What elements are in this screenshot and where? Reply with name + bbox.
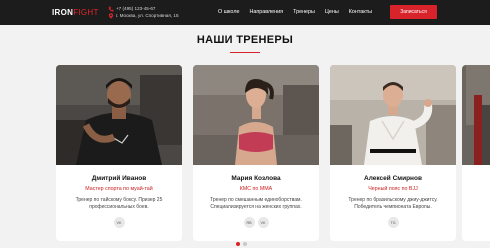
trainer-description: Тренер по тайскому боксу. Призер 25 проф… (64, 197, 174, 211)
description-line: профессиональных боев. (89, 204, 149, 210)
logo-text-fight: FIGHT (73, 8, 99, 17)
phone-icon (108, 6, 114, 12)
trainer-name: Алексей Смирнов (364, 175, 422, 182)
trainer-photo (330, 65, 456, 165)
title-underline (230, 52, 260, 53)
trainer-rank: Черный пояс по BJJ (368, 186, 418, 192)
trainer-description: Тренер по смешанным единоборствам. Специ… (201, 197, 311, 211)
location-pin-icon (108, 12, 114, 19)
site-header: IRONFIGHT +7 (495) 123-45-67 г. Москва, … (0, 0, 490, 25)
phone-number[interactable]: +7 (495) 123-45-67 (116, 5, 155, 12)
trainer-photo (462, 65, 490, 165)
logo-text-iron: IRON (52, 8, 74, 17)
vk-icon[interactable]: VK (257, 217, 269, 228)
nav-contacts[interactable]: Контакты (349, 9, 372, 15)
trainer-photo (193, 65, 319, 165)
description-line: Тренер по бразильскому джиу-джитсу. (348, 197, 438, 203)
header-contacts: +7 (495) 123-45-67 г. Москва, ул. Спорти… (108, 5, 179, 19)
logo[interactable]: IRONFIGHT (52, 8, 99, 17)
nav-trainers[interactable]: Тренеры (293, 9, 315, 15)
address-row: г. Москва, ул. Спортивная, 15 (108, 12, 179, 19)
trainer-card: Мария Козлова КМС по MMA Тренер по смеша… (193, 65, 319, 241)
description-line: Победитель чемпионата Европы. (354, 204, 432, 210)
trainer-card: Алексей Смирнов Черный пояс по BJJ Трене… (330, 65, 456, 241)
trainer-rank: Мастер спорта по муай-тай (85, 186, 153, 192)
carousel-dot-active[interactable] (236, 242, 240, 246)
description-line: Специализируется на женских группах. (210, 204, 302, 210)
social-links: TG (330, 217, 456, 228)
main-nav: О школе Направления Тренеры Цены Контакт… (218, 9, 382, 15)
trainer-description: Тренер по бразильскому джиу-джитсу. Побе… (338, 197, 448, 211)
social-links: RB VK (193, 217, 319, 228)
phone-row[interactable]: +7 (495) 123-45-67 (108, 5, 179, 12)
signup-button[interactable]: Записаться (390, 5, 437, 19)
trainer-card: Дмитрий Иванов Мастер спорта по муай-тай… (56, 65, 182, 241)
nav-prices[interactable]: Цены (325, 9, 339, 15)
trainer-rank: КМС по MMA (239, 186, 273, 192)
carousel-pagination (236, 242, 247, 246)
trainer-photo (56, 65, 182, 165)
telegram-icon[interactable]: TG (387, 217, 399, 228)
carousel-dot[interactable] (243, 242, 247, 246)
vk-icon[interactable]: VK (113, 217, 125, 228)
trainer-name: Дмитрий Иванов (91, 175, 147, 182)
nav-directions[interactable]: Направления (249, 9, 283, 15)
trainer-name: Мария Козлова (231, 175, 281, 182)
rutube-icon[interactable]: RB (243, 217, 255, 228)
next-trainer-card-partial[interactable] (462, 65, 490, 241)
address-text: г. Москва, ул. Спортивная, 15 (116, 13, 179, 18)
description-line: Тренер по смешанным единоборствам. (210, 197, 302, 203)
nav-about[interactable]: О школе (218, 9, 239, 15)
social-links: VK (56, 217, 182, 228)
description-line: Тренер по тайскому боксу. Призер 25 (75, 197, 163, 203)
section-title: НАШИ ТРЕНЕРЫ (196, 34, 294, 46)
